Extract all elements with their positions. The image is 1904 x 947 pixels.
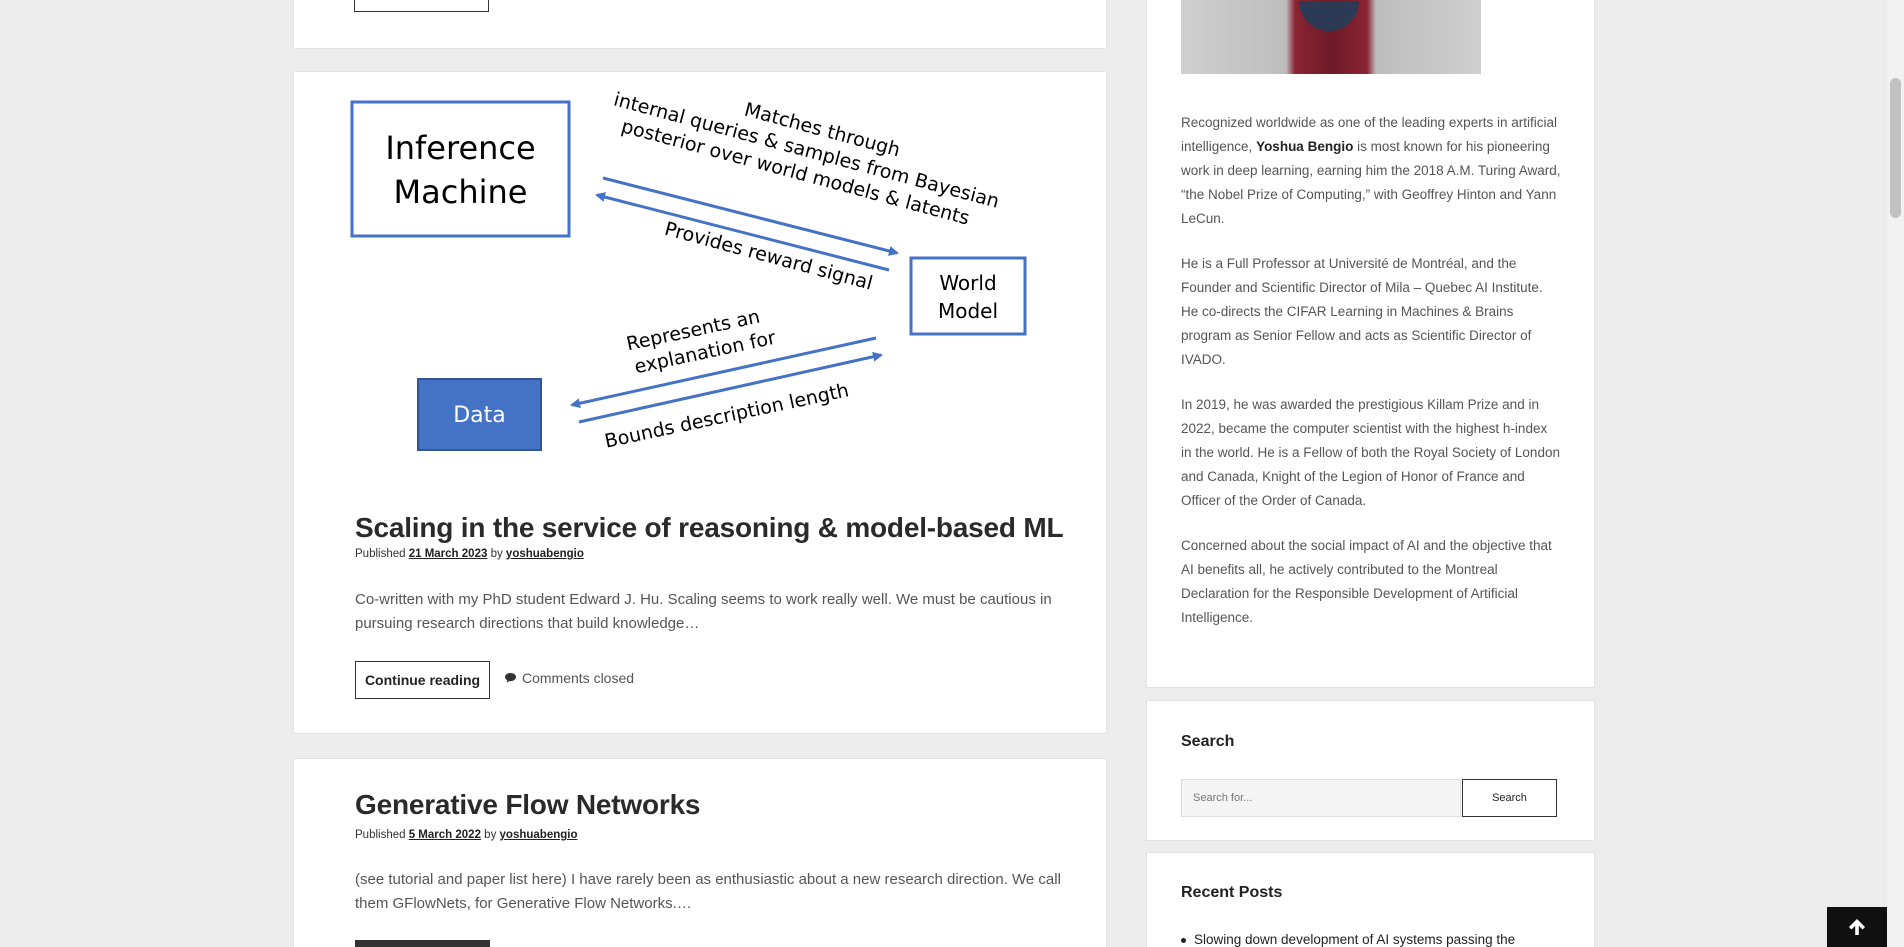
post-title[interactable]: Scaling in the service of reasoning & mo… xyxy=(355,512,1064,544)
continue-reading-button-2[interactable] xyxy=(355,940,490,947)
comments-label: Comments closed xyxy=(522,670,635,686)
post-excerpt-2: (see tutorial and paper list here) I hav… xyxy=(355,871,1061,912)
scroll-to-top-button[interactable] xyxy=(1827,907,1887,947)
bio-paragraph-2: He is a Full Professor at Université de … xyxy=(1181,256,1543,367)
published-label-2: Published xyxy=(355,829,406,841)
search-widget-title: Search xyxy=(1181,733,1235,750)
sidebar-recent-posts-widget: Recent Posts Slowing down development of… xyxy=(1146,852,1595,947)
sidebar-search-widget: Search Search xyxy=(1146,700,1595,841)
by-label-2: by xyxy=(484,829,497,841)
published-label: Published xyxy=(355,548,406,560)
post-date-link-2[interactable]: 5 March 2022 xyxy=(409,829,481,841)
author-photo-collar xyxy=(1299,1,1359,31)
comment-icon xyxy=(505,673,516,683)
continue-reading-button[interactable]: Continue reading xyxy=(355,661,490,699)
previous-continue-button[interactable] xyxy=(354,0,489,12)
post-author-link[interactable]: yoshuabengio xyxy=(506,548,584,560)
post-author-link-2[interactable]: yoshuabengio xyxy=(500,829,578,841)
author-bio: Recognized worldwide as one of the leadi… xyxy=(1181,111,1561,651)
by-label: by xyxy=(490,548,503,560)
post-excerpt: Co-written with my PhD student Edward J.… xyxy=(355,591,1052,632)
previous-post-card xyxy=(293,0,1107,49)
page-scrollbar[interactable] xyxy=(1887,0,1904,947)
data-label: Data xyxy=(453,403,506,428)
inference-machine-label-2: Machine xyxy=(394,173,528,211)
post-card-2: Generative Flow Networks Published 5 Mar… xyxy=(293,758,1107,947)
world-model-label-2: Model xyxy=(938,299,998,323)
post-date-link[interactable]: 21 March 2023 xyxy=(409,548,488,560)
inference-machine-label-1: Inference xyxy=(385,129,535,167)
arrow-label-reward: Provides reward signal xyxy=(662,218,875,295)
bio-paragraph-1: Recognized worldwide as one of the leadi… xyxy=(1181,115,1561,226)
post-meta-2: Published 5 March 2022 by yoshuabengio xyxy=(355,829,577,841)
comments-status: Comments closed xyxy=(504,670,634,686)
search-input[interactable] xyxy=(1181,779,1461,817)
bio-paragraph-3: In 2019, he was awarded the prestigious … xyxy=(1181,397,1560,508)
post-featured-diagram[interactable]: Inference Machine World Model Data Match… xyxy=(342,72,1042,472)
recent-post-link[interactable]: Slowing down development of AI systems p… xyxy=(1194,932,1515,947)
post-card: Inference Machine World Model Data Match… xyxy=(293,71,1107,734)
bio-paragraph-4: Concerned about the social impact of AI … xyxy=(1181,538,1552,625)
post-meta: Published 21 March 2023 by yoshuabengio xyxy=(355,548,584,560)
arrow-up-icon xyxy=(1849,919,1865,935)
sidebar-about-widget: Recognized worldwide as one of the leadi… xyxy=(1146,0,1595,688)
recent-posts-title: Recent Posts xyxy=(1181,884,1283,901)
author-name: Yoshua Bengio xyxy=(1256,139,1354,154)
page-scrollbar-thumb[interactable] xyxy=(1890,78,1901,218)
recent-post-item[interactable]: Slowing down development of AI systems p… xyxy=(1181,932,1515,947)
bullet xyxy=(1181,937,1186,943)
post-title-2[interactable]: Generative Flow Networks xyxy=(355,789,701,821)
search-button[interactable]: Search xyxy=(1462,779,1557,817)
world-model-label-1: World xyxy=(939,271,996,295)
author-photo xyxy=(1181,0,1481,74)
inference-machine-box xyxy=(350,100,571,238)
